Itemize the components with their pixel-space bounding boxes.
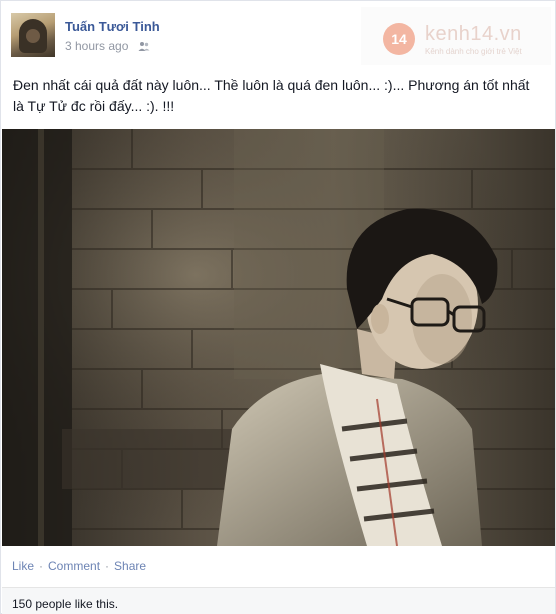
avatar-face-shape [26, 29, 40, 43]
kenh14-watermark: 14 kenh14.vn Kênh dành cho giới trẻ Việt [361, 7, 551, 65]
post-timestamp[interactable]: 3 hours ago [65, 39, 128, 53]
friends-icon[interactable] [138, 41, 150, 55]
action-separator: · [39, 559, 44, 573]
post-meta: 3 hours ago [65, 39, 150, 55]
facebook-post: Tuấn Tươi Tinh 3 hours ago 14 kenh14.vn … [0, 0, 556, 614]
comment-link[interactable]: Comment [48, 559, 100, 573]
share-link[interactable]: Share [114, 559, 146, 573]
watermark-site: kenh14.vn [425, 23, 522, 45]
likes-count-text[interactable]: 150 people like this. [12, 597, 118, 611]
kenh14-logo-icon: 14 [383, 23, 415, 55]
post-actions: Like · Comment · Share [12, 559, 146, 573]
author-name[interactable]: Tuấn Tươi Tinh [65, 19, 160, 34]
post-status-text: Đen nhất cái quả đất này luôn... Thề luô… [13, 77, 530, 114]
author-avatar[interactable] [11, 13, 55, 57]
likes-summary: 150 people like this. [2, 587, 555, 614]
like-link[interactable]: Like [12, 559, 34, 573]
post-photo[interactable] [2, 129, 555, 546]
watermark-slogan: Kênh dành cho giới trẻ Việt [425, 47, 522, 56]
action-separator: · [105, 559, 110, 573]
